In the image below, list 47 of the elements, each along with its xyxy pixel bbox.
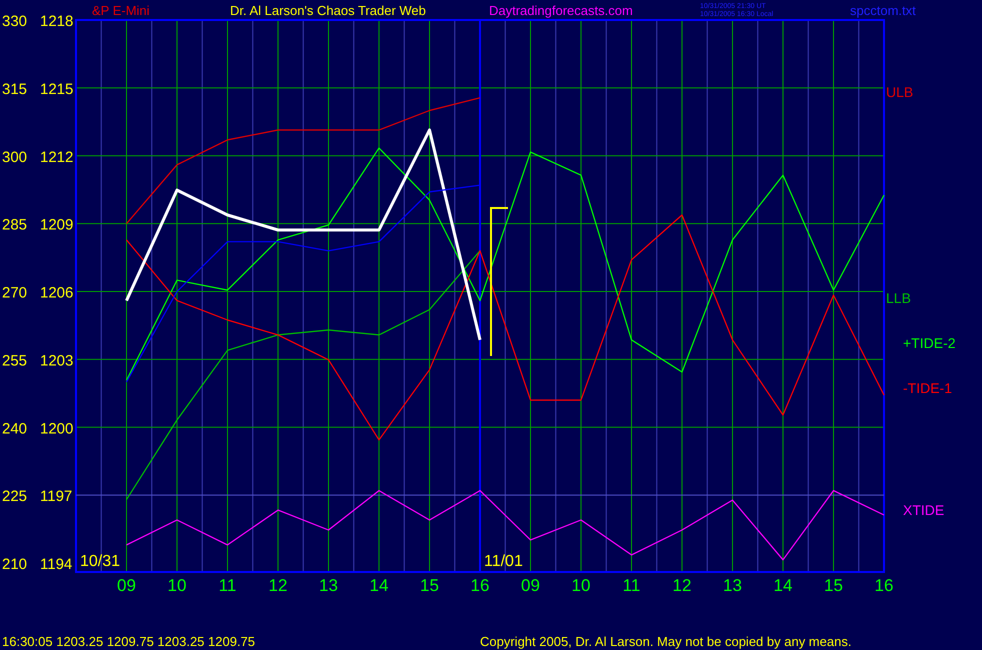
- y-axis-label: 225: [2, 488, 28, 506]
- price-axis-label: 1197: [40, 488, 72, 506]
- series-label: ULB: [886, 84, 914, 100]
- site-name: Daytradingforecasts.com: [489, 3, 633, 18]
- series-label: -TIDE-1: [903, 380, 952, 396]
- x-axis-label: 10: [168, 576, 186, 595]
- x-axis-label: 16: [874, 576, 894, 595]
- series-label: XTIDE: [903, 502, 944, 518]
- y-axis-label: 300: [2, 148, 28, 166]
- x-axis-label: 10: [572, 576, 590, 595]
- price-axis-label: 1209: [40, 216, 74, 234]
- x-axis-label: 12: [268, 576, 288, 595]
- y-axis-label: 210: [2, 556, 28, 573]
- x-axis-label: 09: [117, 576, 136, 595]
- price-axis-label: 1203: [40, 352, 74, 370]
- x-axis-label: 11: [622, 576, 640, 595]
- price-axis-label: 1212: [40, 148, 74, 166]
- x-axis-label: 11: [218, 576, 236, 595]
- x-axis-label: 14: [774, 576, 792, 595]
- x-axis-label: 15: [824, 576, 843, 595]
- date-label: 10/31: [80, 553, 120, 570]
- date-label: 11/01: [484, 553, 523, 570]
- series-label: LLB: [886, 290, 911, 306]
- y-axis-label: 315: [2, 80, 28, 98]
- price-axis-label: 1206: [40, 284, 74, 302]
- price-axis-label: 1200: [40, 420, 74, 438]
- price-axis-label: 1215: [40, 80, 74, 98]
- file-name: spcctom.txt: [850, 3, 916, 18]
- x-axis-label: 14: [370, 576, 388, 595]
- price-axis-label: 1194: [40, 556, 72, 573]
- y-axis-label: 330: [2, 13, 28, 30]
- x-axis-label: 16: [470, 576, 490, 595]
- x-axis-label: 15: [420, 576, 439, 595]
- quote-line: 16:30:05 1203.25 1209.75 1203.25 1209.75: [2, 634, 256, 649]
- x-axis-label: 13: [319, 576, 338, 595]
- y-axis-label: 255: [2, 352, 28, 370]
- y-axis-label: 285: [2, 216, 28, 234]
- chart-title: Dr. Al Larson's Chaos Trader Web: [230, 3, 426, 18]
- x-axis-label: 13: [723, 576, 742, 595]
- x-axis-label: 12: [672, 576, 692, 595]
- y-axis-label: 240: [2, 420, 28, 438]
- series-label: +TIDE-2: [903, 335, 956, 351]
- copyright-text: Copyright 2005, Dr. Al Larson. May not be copied by any means.: [480, 634, 852, 649]
- instrument-name: &P E-Mini: [92, 3, 150, 18]
- x-axis-label: 09: [521, 576, 540, 595]
- y-axis-label: 270: [2, 284, 28, 302]
- price-axis-label: 1218: [40, 13, 74, 30]
